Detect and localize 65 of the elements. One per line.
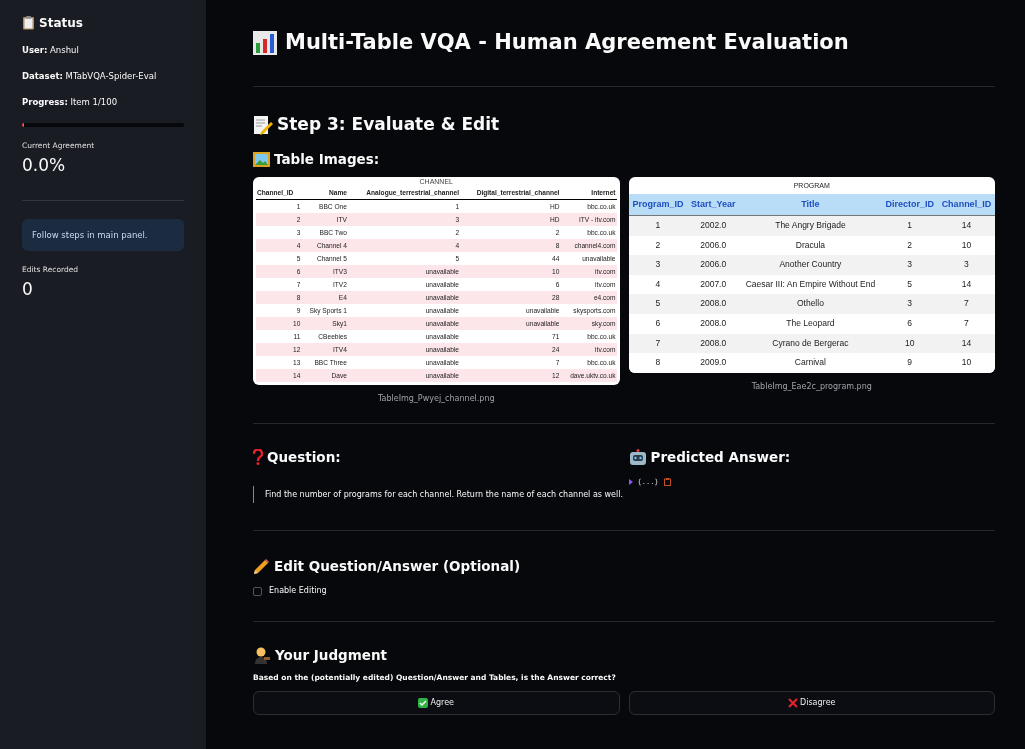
table-cell: Cyrano de Bergerac: [739, 333, 882, 354]
table-cell: 3: [881, 294, 938, 314]
section-heading: Your Judgment: [275, 645, 388, 665]
table-cell: 2002.0: [687, 215, 740, 236]
pencil-icon: [253, 557, 270, 575]
check-icon: [418, 698, 429, 709]
metric-value: 0: [22, 277, 34, 301]
table-cell: Othello: [739, 294, 882, 314]
table-cell: 2007.0: [687, 274, 740, 295]
table-cell: Another Country: [739, 255, 882, 275]
step-heading: Step 3: Evaluate & Edit: [277, 113, 500, 137]
framed-picture-icon: [253, 151, 270, 167]
status-line: Dataset: MTabVQA-Spider-Eval: [22, 69, 158, 83]
table-cell: 2008.0: [687, 333, 740, 354]
table-cell: 2006.0: [687, 255, 740, 275]
table-cell: 2008.0: [687, 294, 740, 314]
table-cell: 2: [628, 235, 688, 256]
section-heading: Question:: [267, 447, 341, 467]
column-header: Start_Year: [687, 194, 740, 216]
section-heading: Table Images:: [274, 149, 380, 169]
column-header: Director_ID: [881, 194, 938, 216]
table-cell: 5: [628, 294, 688, 314]
info-alert: Follow steps in main panel.: [22, 218, 184, 252]
page-title: Multi-Table VQA - Human Agreement Evaluation: [285, 29, 849, 57]
table-cell: The Leopard: [739, 313, 882, 334]
question-text: Find the number of programs for each channel. Return the name of each channel as well.: [265, 488, 623, 501]
table-cell: 3: [628, 255, 688, 275]
table-cell: 7: [628, 333, 688, 354]
column-header: Title: [739, 194, 882, 216]
sidebar-title: Status: [39, 15, 83, 32]
image-caption: TableImg_Pwyej_channel.png: [377, 393, 495, 405]
table-cell: The Angry Brigade: [739, 215, 882, 236]
table-cell: 7: [937, 294, 995, 314]
table-cell: 10: [937, 353, 995, 373]
column-header: Program_ID: [628, 194, 688, 216]
judge-icon: [253, 646, 271, 664]
table-cell: 3: [937, 255, 995, 275]
section-heading: Predicted Answer:: [650, 447, 791, 467]
bar-chart-icon: [253, 31, 277, 55]
table-cell: 2006.0: [687, 235, 740, 256]
question-mark-icon: [253, 449, 263, 465]
enable-editing-checkbox[interactable]: [253, 586, 262, 596]
checkbox-label: Enable Editing: [269, 585, 327, 597]
disagree-button[interactable]: Disagree: [628, 691, 995, 716]
table-cell: Caesar III: An Empire Without End: [739, 274, 882, 295]
metric-value: 0.0%: [22, 153, 67, 177]
table-cell: 4: [628, 274, 688, 295]
robot-icon: [628, 448, 647, 466]
clipboard-icon: [22, 16, 35, 30]
status-line: Progress: Item 1/100: [22, 95, 119, 109]
memo-pencil-icon: [253, 115, 273, 135]
image-caption: TableImg_Eae2c_program.png: [751, 380, 872, 393]
clipboard-copy-icon[interactable]: [663, 478, 671, 487]
table-cell: 3: [881, 255, 938, 275]
table-cell: 1: [628, 215, 688, 236]
column-header: Channel_ID: [937, 194, 995, 216]
expand-caret-icon[interactable]: [628, 479, 633, 486]
table-cell: Dracula: [739, 235, 882, 256]
table-cell: 6: [628, 313, 688, 334]
status-line: User: Anshul: [22, 44, 80, 57]
section-heading: Edit Question/Answer (Optional): [274, 556, 521, 576]
table-cell: 8: [628, 353, 688, 373]
agree-button[interactable]: Agree: [253, 691, 620, 716]
cross-icon: [788, 698, 798, 709]
table-cell: 2008.0: [687, 313, 740, 334]
